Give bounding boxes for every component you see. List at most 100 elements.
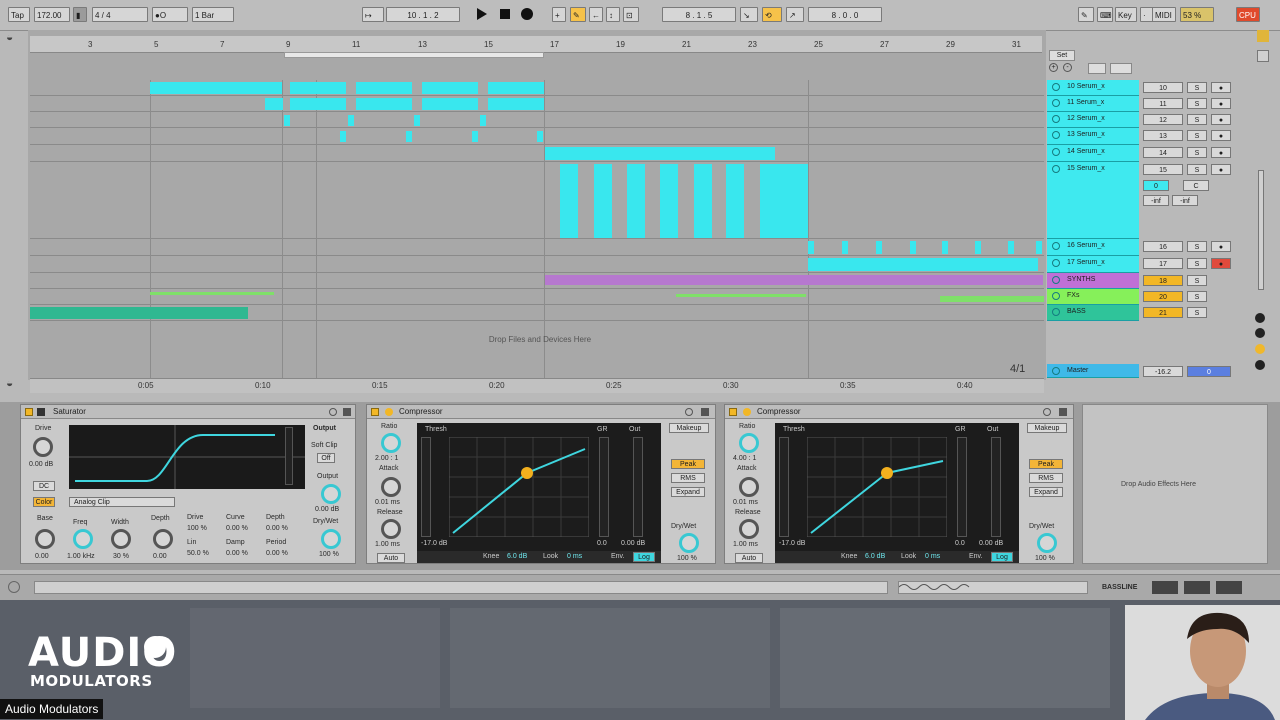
clip[interactable] — [808, 241, 814, 254]
drywet-knob[interactable] — [321, 529, 341, 549]
track-header[interactable]: FXs — [1047, 289, 1139, 305]
auto-release-button[interactable]: Auto — [377, 553, 405, 563]
clip[interactable] — [340, 131, 346, 142]
clip[interactable] — [356, 98, 412, 110]
solo-button[interactable]: S — [1187, 291, 1207, 302]
drywet-knob[interactable] — [679, 533, 699, 553]
set-button[interactable]: Set — [1049, 50, 1075, 61]
solo-button[interactable]: S — [1187, 258, 1207, 269]
release-knob[interactable] — [381, 519, 401, 539]
master-volume[interactable]: -16.2 — [1143, 366, 1183, 377]
period-value[interactable]: 0.00 % — [266, 550, 288, 557]
arm-button[interactable]: ● — [1211, 130, 1231, 141]
track-number-field[interactable]: 14 — [1143, 147, 1183, 158]
device-power-icon[interactable] — [371, 408, 379, 416]
freq-knob[interactable] — [73, 529, 93, 549]
sends-toggle-icon[interactable] — [1255, 313, 1265, 323]
arm-button[interactable]: ● — [1211, 258, 1231, 269]
track-activator-icon[interactable] — [1052, 83, 1060, 91]
base-knob[interactable] — [35, 529, 55, 549]
time-signature-field[interactable]: 4 / 4 — [92, 7, 148, 22]
solo-button[interactable]: S — [1187, 241, 1207, 252]
master-cue[interactable]: 0 — [1187, 366, 1231, 377]
mixer-toggle-icon[interactable] — [1255, 344, 1265, 354]
hot-swap-icon[interactable] — [685, 408, 693, 416]
unfold-icon[interactable] — [1110, 63, 1132, 74]
clip[interactable] — [1008, 241, 1014, 254]
track-activator-icon[interactable] — [1052, 308, 1060, 316]
auto-release-button[interactable]: Auto — [735, 553, 763, 563]
session-record-button[interactable]: ⊡ — [623, 7, 639, 22]
clip[interactable] — [356, 82, 412, 94]
loop-switch[interactable]: ⟲ — [762, 7, 782, 22]
pan-field[interactable]: C — [1183, 180, 1209, 191]
fold-icon[interactable] — [1088, 63, 1106, 74]
saturator-title-bar[interactable]: Saturator — [21, 405, 355, 419]
clip[interactable] — [265, 98, 283, 110]
hot-swap-icon[interactable] — [1043, 408, 1051, 416]
vertical-scrollbar[interactable] — [1258, 170, 1264, 290]
threshold-meter[interactable] — [779, 437, 789, 537]
track-header[interactable]: 15 Serum_x — [1047, 162, 1139, 239]
clip[interactable] — [660, 164, 678, 238]
clip[interactable] — [284, 115, 290, 126]
beat-time-ruler[interactable]: 3 5 7 9 11 13 15 17 19 21 23 25 27 29 31 — [30, 36, 1042, 53]
solo-button[interactable]: S — [1187, 82, 1207, 93]
clip[interactable] — [422, 82, 478, 94]
midi-map-button[interactable]: MIDI — [1152, 7, 1176, 22]
master-track-header[interactable]: Master — [1047, 364, 1139, 378]
solo-button[interactable]: S — [1187, 307, 1207, 318]
loop-start-field[interactable]: 8 . 1 . 5 — [662, 7, 736, 22]
clip[interactable] — [472, 131, 478, 142]
track-number-field[interactable]: 16 — [1143, 241, 1183, 252]
arm-button[interactable]: ● — [1211, 82, 1231, 93]
curve-value[interactable]: 0.00 % — [226, 525, 248, 532]
solo-button[interactable]: S — [1187, 275, 1207, 286]
knee-value[interactable]: 6.0 dB — [865, 553, 885, 560]
clip[interactable] — [776, 164, 808, 238]
track-number-field[interactable]: 18 — [1143, 275, 1183, 286]
song-position-field[interactable]: 10 . 1 . 2 — [386, 7, 460, 22]
clip[interactable] — [910, 241, 916, 254]
add-locator-icon[interactable]: + — [1049, 63, 1058, 72]
track-header[interactable]: 17 Serum_x — [1047, 256, 1139, 273]
device-menu-icon[interactable] — [385, 408, 393, 416]
loop-brace[interactable] — [284, 52, 544, 58]
peak-button[interactable]: Peak — [1029, 459, 1063, 469]
knee-value[interactable]: 6.0 dB — [507, 553, 527, 560]
solo-button[interactable]: S — [1187, 147, 1207, 158]
clip[interactable] — [975, 241, 981, 254]
punch-out-button[interactable]: ↗ — [786, 7, 804, 22]
clip[interactable] — [876, 241, 882, 254]
track-header[interactable]: BASS — [1047, 305, 1139, 321]
compressor-title-bar[interactable]: Compressor — [725, 405, 1073, 419]
overdub-button[interactable]: + — [552, 7, 566, 22]
capture-button[interactable]: ↕ — [606, 7, 620, 22]
width-knob[interactable] — [111, 529, 131, 549]
attack-knob[interactable] — [381, 477, 401, 497]
track-number-field[interactable]: 15 — [1143, 164, 1183, 175]
clip[interactable] — [488, 82, 544, 94]
track-header[interactable]: 12 Serum_x — [1047, 112, 1139, 128]
output-knob[interactable] — [321, 484, 341, 504]
soft-clip-toggle[interactable]: Off — [317, 453, 335, 463]
solo-button[interactable]: S — [1187, 164, 1207, 175]
clip[interactable] — [545, 275, 1043, 285]
track-number-field[interactable]: 11 — [1143, 98, 1183, 109]
hot-swap-icon[interactable] — [329, 408, 337, 416]
chain-view-icon[interactable] — [1216, 581, 1242, 594]
track-activator-icon[interactable] — [1052, 115, 1060, 123]
dc-button[interactable]: DC — [33, 481, 55, 491]
stop-button[interactable] — [500, 9, 510, 19]
clip[interactable] — [560, 164, 578, 238]
clip[interactable] — [422, 98, 478, 110]
clip[interactable] — [348, 115, 354, 126]
track-header[interactable]: 14 Serum_x — [1047, 145, 1139, 162]
release-knob[interactable] — [739, 519, 759, 539]
punch-in-button[interactable]: ↘ — [740, 7, 758, 22]
track-activator-icon[interactable] — [1052, 131, 1060, 139]
track-header[interactable]: 11 Serum_x — [1047, 96, 1139, 112]
clip[interactable] — [808, 258, 1038, 271]
follow-button[interactable]: ↦ — [362, 7, 384, 22]
browser-toggle-icon[interactable] — [1257, 30, 1269, 42]
